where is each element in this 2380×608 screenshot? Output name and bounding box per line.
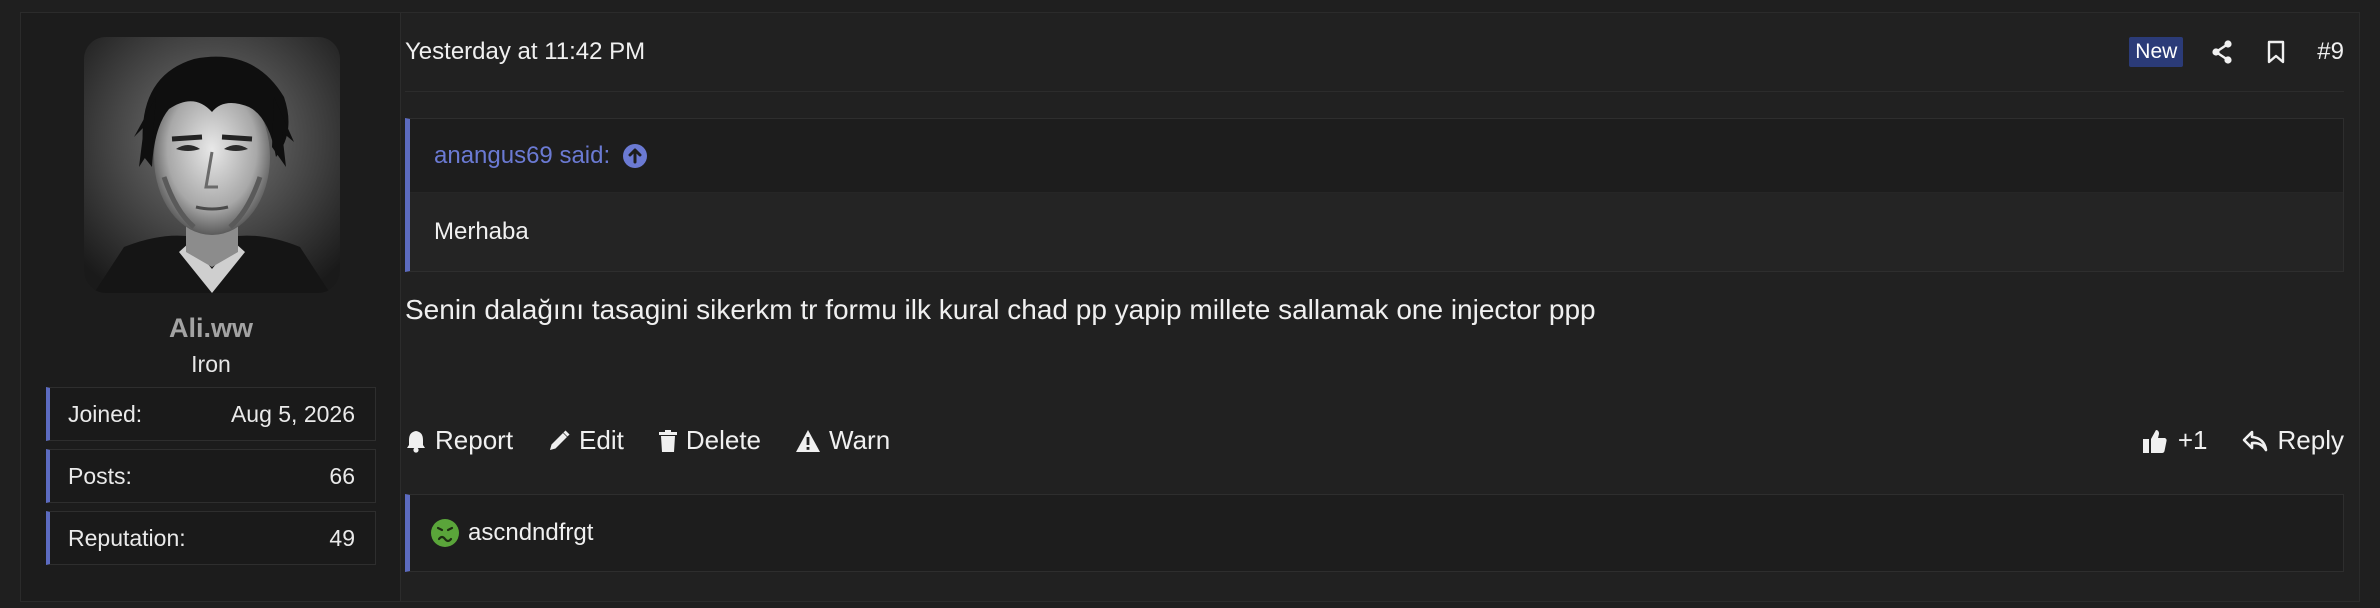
quote-author[interactable]: anangus69 said:: [434, 142, 610, 170]
delete-button[interactable]: Delete: [658, 425, 761, 456]
report-button[interactable]: Report: [405, 425, 513, 456]
edit-button[interactable]: Edit: [547, 425, 624, 456]
warn-label: Warn: [829, 425, 891, 455]
warn-button[interactable]: Warn: [795, 425, 890, 456]
arrow-up-circle-icon[interactable]: [622, 143, 648, 169]
post-footer-actions: Report Edit Delete Warn: [405, 425, 924, 456]
like-count: +1: [2177, 425, 2208, 455]
edit-label: Edit: [579, 425, 624, 455]
reaction-users[interactable]: ascndndfrgt: [468, 519, 593, 547]
like-button[interactable]: +1: [2142, 425, 2208, 456]
post-main: Yesterday at 11:42 PM New #9 anangus69 s…: [0, 12, 2380, 602]
quote-header[interactable]: anangus69 said:: [410, 119, 2343, 193]
thumbs-up-icon: [2142, 428, 2172, 454]
post-number-link[interactable]: #9: [2317, 38, 2344, 66]
reply-icon: [2242, 430, 2272, 452]
quote-text: Merhaba: [410, 193, 2343, 271]
pencil-icon: [547, 429, 575, 453]
reply-button[interactable]: Reply: [2242, 425, 2344, 456]
reactions-bar[interactable]: ascndndfrgt: [405, 494, 2344, 572]
post-timestamp[interactable]: Yesterday at 11:42 PM: [405, 38, 645, 66]
reply-label: Reply: [2277, 425, 2344, 455]
quote-block: anangus69 said: Merhaba: [405, 118, 2344, 272]
share-icon[interactable]: [2209, 37, 2235, 67]
report-label: Report: [435, 425, 514, 455]
header-divider: [405, 91, 2344, 92]
warning-icon: [795, 429, 825, 453]
post-footer-right: +1 Reply: [2108, 425, 2344, 456]
post-header-actions: New #9: [2129, 34, 2344, 70]
post-message: Senin dalağını tasagini sikerkm tr formu…: [405, 294, 1596, 325]
delete-label: Delete: [685, 425, 762, 455]
new-badge: New: [2129, 37, 2184, 67]
bookmark-icon[interactable]: [2263, 37, 2289, 67]
bell-icon: [405, 429, 431, 453]
sick-face-icon: [430, 518, 460, 548]
trash-icon: [658, 429, 682, 453]
